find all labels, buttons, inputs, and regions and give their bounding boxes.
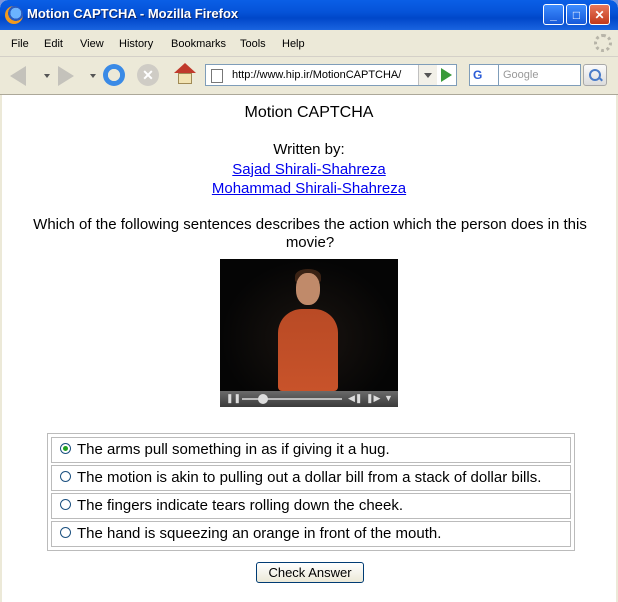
menu-help[interactable]: Help: [282, 38, 305, 50]
option-radio[interactable]: [60, 471, 71, 482]
address-url[interactable]: http://www.hip.ir/MotionCAPTCHA/: [232, 69, 401, 81]
reload-icon[interactable]: [103, 64, 125, 86]
author-link-mohammad[interactable]: Mohammad Shirali-Shahreza: [212, 180, 406, 197]
search-input[interactable]: Google: [499, 64, 581, 86]
video-frame[interactable]: [220, 259, 398, 391]
question-text: Which of the following sentences describ…: [33, 216, 587, 251]
person-figure: [278, 309, 338, 391]
page-title: Motion CAPTCHA: [244, 104, 374, 121]
pause-icon[interactable]: ❚❚: [226, 393, 241, 404]
home-icon[interactable]: [174, 63, 196, 85]
option-label[interactable]: The fingers indicate tears rolling down …: [77, 494, 403, 517]
page-icon: [211, 69, 223, 83]
address-bar[interactable]: http://www.hip.ir/MotionCAPTCHA/: [205, 64, 457, 86]
option-row[interactable]: The fingers indicate tears rolling down …: [51, 493, 571, 519]
option-radio[interactable]: [60, 527, 71, 538]
go-arrow-icon[interactable]: [441, 68, 452, 82]
throbber-icon: [594, 34, 612, 52]
option-label[interactable]: The arms pull something in as if giving …: [77, 438, 390, 461]
page-content: Motion CAPTCHA Written by: Sajad Shirali…: [2, 95, 616, 602]
forward-step-icon[interactable]: ❚▶: [366, 393, 380, 404]
check-answer-button[interactable]: Check Answer: [256, 562, 364, 583]
menu-history[interactable]: History: [119, 38, 153, 50]
seek-bar[interactable]: [242, 398, 342, 400]
option-row[interactable]: The arms pull something in as if giving …: [51, 437, 571, 463]
search-engine-icon[interactable]: G: [469, 64, 499, 86]
seek-handle[interactable]: [258, 394, 268, 404]
option-radio[interactable]: [60, 499, 71, 510]
option-label[interactable]: The motion is akin to pulling out a doll…: [77, 466, 541, 489]
window-title: Motion CAPTCHA - Mozilla Firefox: [27, 6, 239, 21]
firefox-icon: [5, 6, 23, 24]
menu-tools[interactable]: Tools: [240, 38, 266, 50]
minimize-button[interactable]: _: [543, 4, 564, 25]
search-button[interactable]: [583, 64, 607, 86]
menu-edit[interactable]: Edit: [44, 38, 63, 50]
address-dropdown-icon[interactable]: [418, 65, 437, 85]
option-row[interactable]: The hand is squeezing an orange in front…: [51, 521, 571, 547]
browser-window: Motion CAPTCHA - Mozilla Firefox _ □ ✕ F…: [0, 0, 618, 602]
maximize-button[interactable]: □: [566, 4, 587, 25]
menu-file[interactable]: File: [11, 38, 29, 50]
option-row[interactable]: The motion is akin to pulling out a doll…: [51, 465, 571, 491]
stop-icon[interactable]: ✕: [137, 64, 159, 86]
title-bar: Motion CAPTCHA - Mozilla Firefox _ □ ✕: [0, 0, 618, 30]
option-label[interactable]: The hand is squeezing an orange in front…: [77, 522, 441, 545]
menu-view[interactable]: View: [80, 38, 104, 50]
author-link-sajad[interactable]: Sajad Shirali-Shahreza: [232, 161, 385, 178]
menu-bar: File Edit View History Bookmarks Tools H…: [0, 30, 618, 57]
forward-arrow-icon[interactable]: [58, 66, 74, 86]
written-by-label: Written by:: [273, 141, 345, 158]
answer-options: The arms pull something in as if giving …: [47, 433, 575, 551]
menu-bookmarks[interactable]: Bookmarks: [171, 38, 226, 50]
back-arrow-icon[interactable]: [10, 66, 26, 86]
video-controls: ❚❚ ◀❚ ❚▶ ▼: [220, 391, 398, 407]
close-button[interactable]: ✕: [589, 4, 610, 25]
forward-history-dropdown-icon[interactable]: [90, 74, 96, 78]
back-history-dropdown-icon[interactable]: [44, 74, 50, 78]
rewind-icon[interactable]: ◀❚: [348, 393, 362, 404]
menu-triangle-icon[interactable]: ▼: [384, 393, 393, 403]
video-player[interactable]: ❚❚ ◀❚ ❚▶ ▼: [220, 259, 398, 407]
option-radio[interactable]: [60, 443, 71, 454]
